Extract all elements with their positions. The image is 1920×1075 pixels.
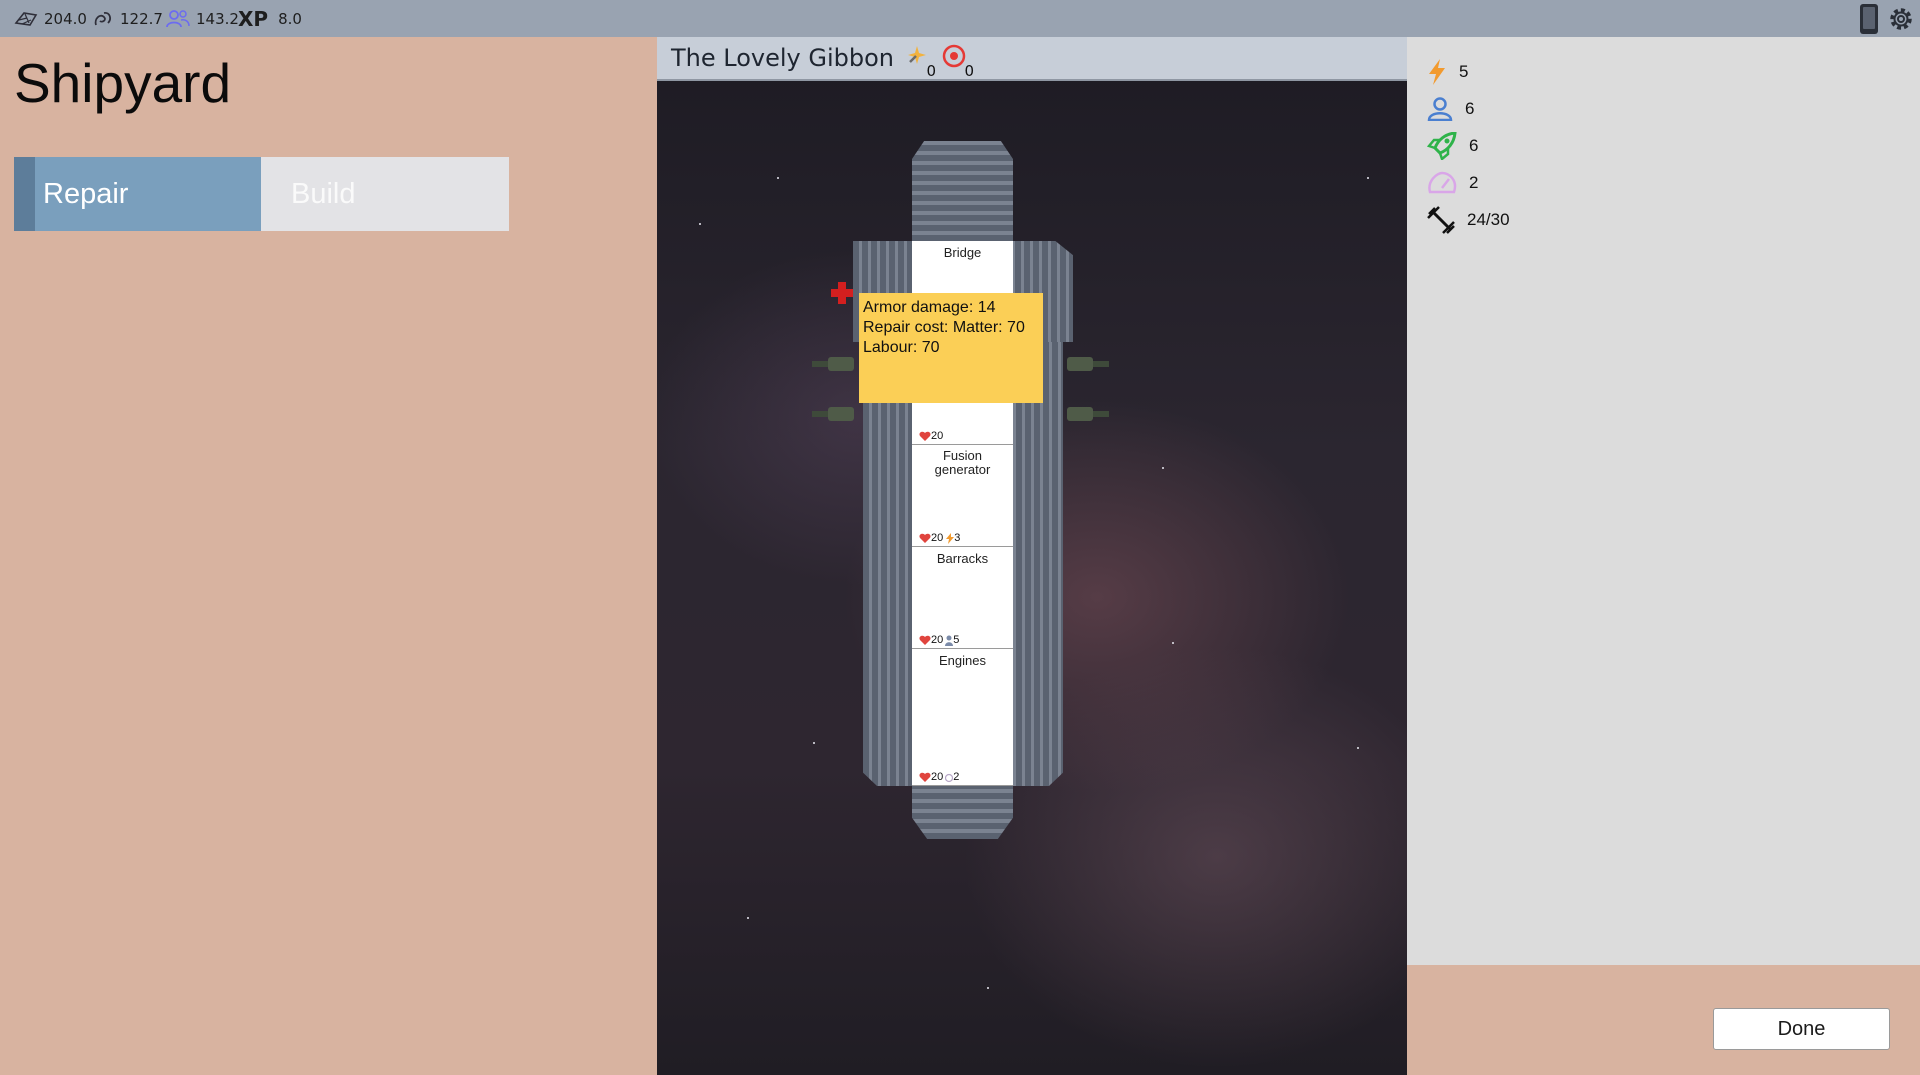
room-hp: 20 (931, 430, 944, 442)
ship-view: The Lovely Gibbon 0 0 Bridge 20 Fusion g… (657, 37, 1407, 1075)
energy-value: 122.7 (120, 9, 163, 28)
resource-crew: 143.2 (166, 0, 239, 37)
ship-header: The Lovely Gibbon 0 0 (657, 37, 1407, 81)
star (777, 177, 779, 179)
person-icon (1427, 97, 1453, 121)
star (1357, 747, 1359, 749)
room-label: Fusion generator (912, 449, 1013, 477)
star (813, 742, 815, 744)
page-title: Shipyard (14, 52, 232, 114)
energy-swirl-icon (94, 11, 111, 25)
room-label: Bridge (943, 245, 982, 260)
resource-energy: 122.7 (92, 0, 163, 37)
repair-counter: 0 (904, 44, 936, 80)
star (1367, 177, 1369, 179)
room-extra: 5 (953, 634, 960, 646)
tab-repair-label: Repair (43, 177, 129, 210)
resource-bar: 204.0 122.7 143.2 XP 8.0 (0, 0, 1920, 37)
heart-icon (919, 635, 931, 645)
person-small-icon (945, 635, 954, 646)
repair-tooltip: Armor damage: 14 Repair cost: Matter: 70… (859, 293, 1043, 403)
target-counter: 0 (942, 44, 974, 80)
speed-small-icon (945, 773, 954, 782)
lightning-small-icon (946, 532, 955, 544)
room-label: Barracks (936, 551, 989, 566)
ship-name: The Lovely Gibbon (671, 44, 894, 72)
left-gun-icon (812, 357, 854, 371)
crew-icon (166, 9, 190, 27)
heart-icon (919, 431, 931, 441)
rocket-icon (1427, 132, 1457, 160)
tooltip-labour: Labour: 70 (863, 339, 940, 356)
stat-power: 5 (1427, 57, 1468, 87)
star (1172, 642, 1174, 644)
done-button[interactable]: Done (1713, 1008, 1890, 1050)
phone-icon[interactable] (1858, 3, 1880, 35)
tab-repair[interactable]: Repair (14, 157, 261, 231)
stat-strength: 24/30 (1427, 205, 1510, 235)
crew-value: 143.2 (196, 9, 239, 28)
speedometer-icon (1428, 171, 1457, 194)
room-hp: 20 (931, 771, 944, 783)
topbar-controls (1858, 2, 1916, 35)
tab-active-indicator (14, 157, 35, 231)
star (987, 987, 989, 989)
tooltip-armor-damage: Armor damage: 14 (863, 299, 996, 316)
left-gun-icon (812, 407, 854, 421)
room-label-line2: generator (934, 462, 991, 477)
left-panel: Shipyard Repair Build (0, 37, 657, 1075)
matter-value: 204.0 (44, 9, 87, 28)
xp-value: 8.0 (278, 9, 302, 28)
stat-speed: 2 (1427, 168, 1478, 198)
room-health: 20 3 (919, 532, 960, 544)
room-hp: 20 (931, 634, 944, 646)
room-engines[interactable]: Engines 20 2 (912, 649, 1013, 786)
room-health: 20 5 (919, 634, 959, 646)
strength-icon (1427, 206, 1455, 234)
stat-strength-value: 24/30 (1467, 210, 1510, 229)
tab-build[interactable]: Build (261, 157, 509, 231)
resource-matter: 204.0 (14, 0, 87, 37)
right-gun-icon (1067, 357, 1109, 371)
target-counter-value: 0 (964, 62, 974, 80)
repair-counter-value: 0 (926, 62, 936, 80)
ship-stern (912, 786, 1013, 839)
room-fusion-generator[interactable]: Fusion generator 20 3 (912, 445, 1013, 547)
lightning-icon (1429, 59, 1445, 85)
heart-icon (919, 772, 931, 782)
tooltip-repair-cost: Repair cost: Matter: 70 (863, 319, 1025, 336)
footer-actions: Done (1407, 965, 1920, 1075)
stat-thrust: 6 (1427, 131, 1478, 161)
stat-crew: 6 (1427, 94, 1474, 124)
stat-crew-value: 6 (1465, 99, 1475, 118)
star (1162, 467, 1164, 469)
xp-label: XP (238, 6, 269, 31)
matter-icon (14, 11, 38, 26)
star (747, 917, 749, 919)
room-health: 20 (919, 430, 943, 442)
heart-icon (919, 533, 931, 543)
room-barracks[interactable]: Barracks 20 5 (912, 547, 1013, 649)
room-health: 20 2 (919, 771, 959, 783)
tab-build-label: Build (291, 177, 356, 210)
room-extra: 3 (954, 532, 961, 544)
resource-xp: XP 8.0 (238, 0, 302, 37)
room-extra: 2 (953, 771, 960, 783)
stat-speed-value: 2 (1469, 173, 1479, 192)
stat-thrust-value: 6 (1469, 136, 1479, 155)
repair-cross-icon[interactable] (830, 281, 854, 305)
room-label-line1: Fusion (942, 448, 983, 463)
ship-stats-panel: 5 6 6 2 24/30 (1407, 37, 1920, 965)
star (699, 223, 701, 225)
right-gun-icon (1067, 407, 1109, 421)
ship-bow (912, 141, 1013, 241)
stat-power-value: 5 (1459, 62, 1469, 81)
room-hp: 20 (931, 532, 944, 544)
gear-icon[interactable] (1886, 4, 1916, 34)
room-label: Engines (939, 653, 986, 668)
